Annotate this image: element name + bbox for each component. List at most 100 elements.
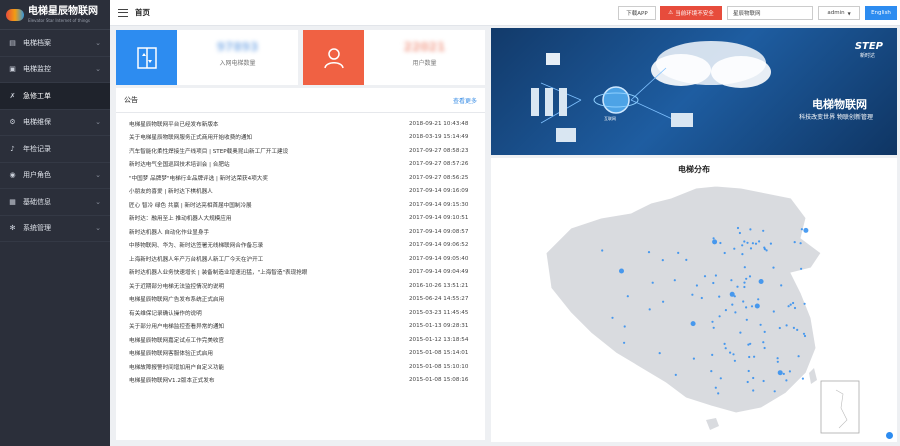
user-menu[interactable]: admin ▼ <box>818 6 860 20</box>
notice-row-title[interactable]: 匠心 智冷 绿色 共赢 | 新时达亮相首届中国制冷展 <box>129 201 409 209</box>
notice-row-title[interactable]: 电梯星辰物联网V1.2版本正式发布 <box>129 376 409 384</box>
notice-row-title[interactable]: 电梯故障报警时间增加用户自定义功能 <box>129 363 409 371</box>
notice-row[interactable]: 新时达机器人 自动化作业显身手 2017-09-14 09:08:57 <box>116 225 485 239</box>
info-icon: ▦ <box>9 197 16 206</box>
notice-row[interactable]: 上海新时达机器人年产万台机器人新工厂今天在沪开工 2017-09-14 09:05… <box>116 252 485 266</box>
taiwan-region <box>809 368 817 384</box>
elevator-dot <box>759 323 762 326</box>
sidebar-item[interactable]: ✻ 系统管理 ⌄ <box>0 216 110 242</box>
elevator-count-label: 入网电梯数量 <box>219 60 256 67</box>
elevator-dot <box>802 332 806 335</box>
notice-row-title[interactable]: 关于电梯星辰物联网服务正式商用开始收费的通知 <box>129 133 409 141</box>
elevator-dot <box>777 370 783 376</box>
elevator-dot <box>729 291 735 297</box>
map-legend-dot-icon[interactable] <box>886 432 893 439</box>
notice-row[interactable]: 中移物联网、华为、新时达签署无线梯联网合作备忘录 2017-09-14 09:06… <box>116 239 485 253</box>
notice-row[interactable]: 匠心 智冷 绿色 共赢 | 新时达亮相首届中国制冷展 2017-09-14 09:… <box>116 198 485 212</box>
sidebar-item[interactable]: ♪ 年检记录 <box>0 136 110 163</box>
elevator-dot <box>750 305 754 308</box>
notice-row[interactable]: 电梯星辰物联网客服体验正式启用 2015-01-08 15:14:01 <box>116 347 485 361</box>
search-input[interactable]: 星辰物联网 <box>727 6 813 20</box>
notice-title: 公告 <box>124 96 138 104</box>
elevator-dot <box>743 266 746 269</box>
notice-row-title[interactable]: 关于近期部分电梯无法监控情况的说明 <box>129 282 409 290</box>
elevator-dot <box>619 268 624 274</box>
sidebar-item[interactable]: ◉ 用户角色 ⌄ <box>0 163 110 189</box>
notice-row-date: 2015-01-08 15:14:01 <box>409 350 469 357</box>
sidebar-item[interactable]: ▣ 电梯监控 ⌄ <box>0 57 110 83</box>
elevator-dot <box>748 355 751 359</box>
language-button[interactable]: English <box>865 6 897 20</box>
notice-row[interactable]: 电梯星辰物联网V1.2版本正式发布 2015-01-08 15:08:16 <box>116 374 485 388</box>
notice-row[interactable]: "中国梦 品牌梦"电梯行业品牌评选 | 新时达荣获4项大奖 2017-09-27 … <box>116 171 485 185</box>
notice-row-date: 2017-09-14 09:06:52 <box>409 242 469 249</box>
notice-row-title[interactable]: 新时达机器人业务快速增长 | 装备制造业增速迅猛，"上海智造"表现抢眼 <box>129 268 409 276</box>
notice-row-title[interactable]: 电梯星辰物联网客服体验正式启用 <box>129 349 409 357</box>
notice-row-title[interactable]: 新时达机器人 自动化作业显身手 <box>129 228 409 236</box>
elevator-dot <box>754 303 760 309</box>
notice-row[interactable]: 汽车智能化柔性焊接生产线项目 | STEP载奥昆山新工厂开工建设 2017-09-… <box>116 144 485 158</box>
view-more-link[interactable]: 查看更多 <box>453 96 477 105</box>
distribution-map-panel: 电梯分布 <box>491 158 897 442</box>
notice-row[interactable]: 关于电梯星辰物联网服务正式商用开始收费的通知 2018-03-19 15:14:4… <box>116 131 485 145</box>
notice-row-date: 2017-09-14 09:16:09 <box>409 188 469 195</box>
notice-row[interactable]: 关于部分用户电梯监控查看异常的通知 2015-01-13 09:28:31 <box>116 320 485 334</box>
china-map-region <box>545 185 822 414</box>
elevator-dot <box>623 341 626 344</box>
sidebar-item[interactable]: ✗ 急修工单 <box>0 83 110 110</box>
notice-row-title[interactable]: 电梯星辰物联网平台已经发布新版本 <box>129 120 409 128</box>
elevator-dot <box>673 279 676 282</box>
notice-row[interactable]: 电梯星辰物联网广告发布系统正式启用 2015-06-24 14:55:27 <box>116 293 485 307</box>
sidebar-item[interactable]: ▤ 电梯档案 ⌄ <box>0 30 110 57</box>
notice-row[interactable]: 电梯星辰物联网平台已经发布新版本 2018-09-21 10:43:48 <box>116 117 485 131</box>
elevator-dot <box>747 369 750 373</box>
sidebar: 电梯星辰物联网 Elevator Star Internet of things… <box>0 0 110 446</box>
sidebar-item-label: 系统管理 <box>23 224 51 233</box>
notice-row-title[interactable]: 有关维保记录确认操作的说明 <box>129 309 409 317</box>
elevator-dot <box>793 306 797 310</box>
notice-row[interactable]: 关于近期部分电梯无法监控情况的说明 2016-10-26 13:51:21 <box>116 279 485 293</box>
elevator-dot <box>763 330 766 333</box>
user-icon-block <box>303 30 364 85</box>
notice-row-title[interactable]: 新时达电气全国巡回技术培训会 | 合肥站 <box>129 160 409 168</box>
env-warning-button[interactable]: ⚠ 当前环境不安全 <box>660 6 722 20</box>
notice-row-title[interactable]: 电梯星辰物联网广告发布系统正式启用 <box>129 295 409 303</box>
sidebar-item[interactable]: ▦ 基础信息 ⌄ <box>0 189 110 216</box>
elevator-dot <box>749 228 752 231</box>
notice-row[interactable]: 电梯故障报警时间增加用户自定义功能 2015-01-08 15:10:10 <box>116 360 485 374</box>
stat-body: 97893 入网电梯数量 <box>177 30 298 85</box>
notice-row-title[interactable]: 关于部分用户电梯监控查看异常的通知 <box>129 322 409 330</box>
elevator-dot <box>695 284 698 287</box>
elevator-dot <box>719 377 722 380</box>
elevator-dot <box>677 251 680 254</box>
logo-title: 电梯星辰物联网 <box>28 5 98 17</box>
notice-row[interactable]: 电梯星辰物联网嘉定试点工作完美收官 2015-01-12 13:18:54 <box>116 333 485 347</box>
menu-toggle-icon[interactable] <box>118 8 128 17</box>
chevron-down-icon: ⌄ <box>95 171 101 180</box>
china-map[interactable] <box>491 158 897 442</box>
internet-label: 互联网 <box>604 116 616 121</box>
notice-row[interactable]: 新时达机器人业务快速增长 | 装备制造业增速迅猛，"上海智造"表现抢眼 2017-… <box>116 266 485 280</box>
notice-row[interactable]: 新时达：融用至上 推动机器人大规模应用 2017-09-14 09:10:51 <box>116 212 485 226</box>
download-app-button[interactable]: 下载APP <box>618 6 656 20</box>
logo[interactable]: 电梯星辰物联网 Elevator Star Internet of things <box>0 0 110 30</box>
notice-row-title[interactable]: "中国梦 品牌梦"电梯行业品牌评选 | 新时达荣获4项大奖 <box>129 174 409 182</box>
elevator-dot <box>752 376 755 380</box>
notice-row-title[interactable]: 新时达：融用至上 推动机器人大规模应用 <box>129 214 409 222</box>
sidebar-item[interactable]: ⚙ 电梯维保 ⌄ <box>0 110 110 136</box>
elevator-dot <box>792 301 795 305</box>
notice-row-title[interactable]: 上海新时达机器人年产万台机器人新工厂今天在沪开工 <box>129 255 409 263</box>
notice-row-title[interactable]: 汽车智能化柔性焊接生产线项目 | STEP载奥昆山新工厂开工建设 <box>129 147 409 155</box>
elevator-dot <box>773 390 776 393</box>
notice-row[interactable]: 小朋友的喜爱 | 新时达下棋机器人 2017-09-14 09:16:09 <box>116 185 485 199</box>
elevator-dot <box>734 311 737 314</box>
elevator-dot <box>745 277 748 280</box>
elevator-dot <box>648 308 651 311</box>
elevator-dot <box>717 392 720 395</box>
notice-row[interactable]: 有关维保记录确认操作的说明 2015-03-23 11:45:45 <box>116 306 485 320</box>
notice-row-title[interactable]: 电梯星辰物联网嘉定试点工作完美收官 <box>129 336 409 344</box>
notice-row[interactable]: 新时达电气全国巡回技术培训会 | 合肥站 2017-09-27 08:57:26 <box>116 158 485 172</box>
notice-row-title[interactable]: 中移物联网、华为、新时达签署无线梯联网合作备忘录 <box>129 241 409 249</box>
notice-row-date: 2017-09-14 09:04:49 <box>409 269 469 276</box>
notice-row-title[interactable]: 小朋友的喜爱 | 新时达下棋机器人 <box>129 187 409 195</box>
